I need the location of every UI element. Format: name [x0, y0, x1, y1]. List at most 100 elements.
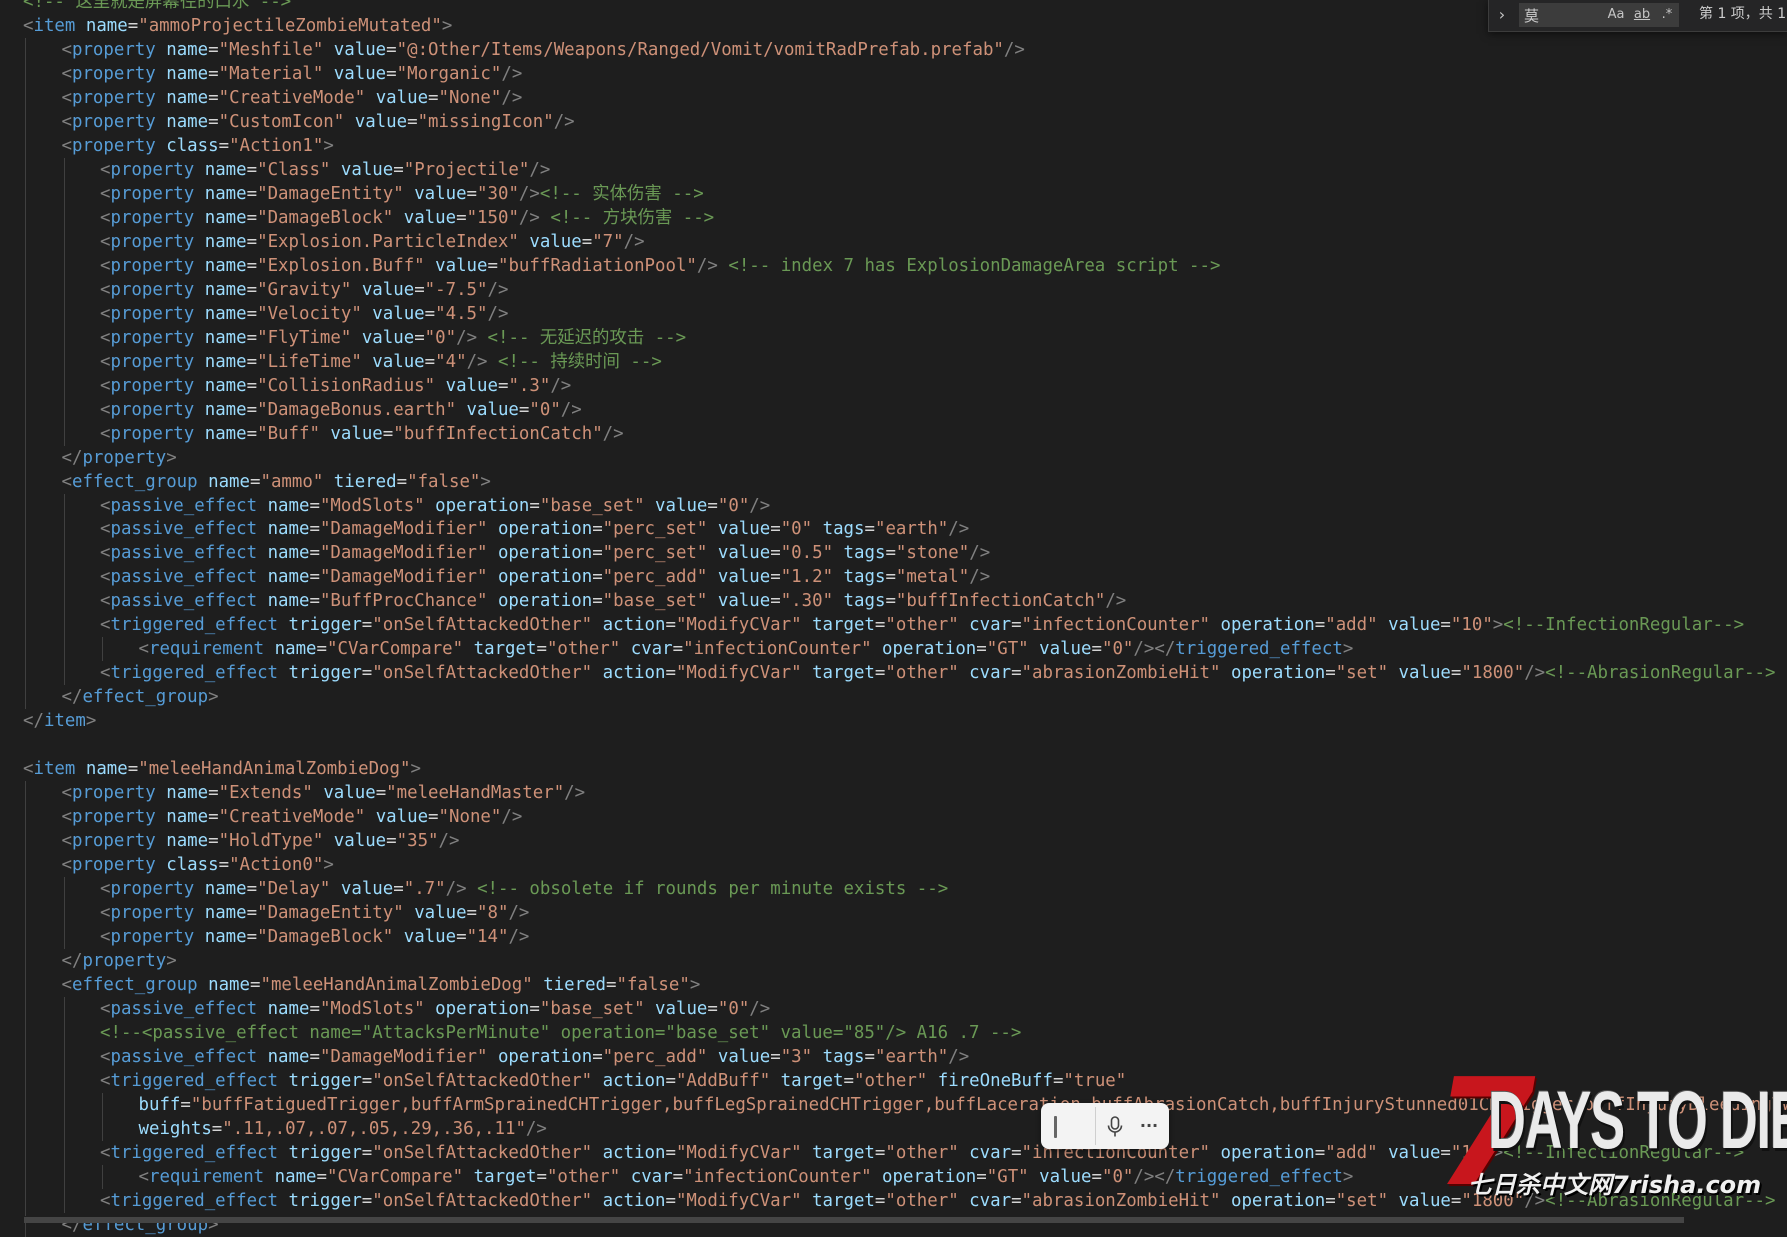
token-text: = — [376, 783, 386, 803]
code-line[interactable]: <property name="Meshfile" value="@:Other… — [0, 38, 1787, 62]
indent-guide — [25, 230, 26, 254]
code-line[interactable]: <property name="DamageEntity" value="30"… — [0, 182, 1787, 206]
code-line[interactable]: <property name="LifeTime" value="4"/> <!… — [0, 350, 1787, 374]
code-line[interactable]: <property name="CustomIcon" value="missi… — [0, 110, 1787, 134]
code-editor[interactable]: <!-- 这里就是屏幕径的口水 --><item name="ammoProje… — [0, 0, 1787, 1223]
token-text — [812, 519, 822, 539]
token-attribute-value: "infectionCounter" — [1022, 615, 1210, 635]
code-line[interactable]: <property name="CreativeMode" value="Non… — [0, 86, 1787, 110]
token-punctuation: /> — [508, 927, 529, 947]
indent-guide — [25, 1165, 26, 1189]
code-line-text: weights=".11,.07,.07,.05,.29,.36,.11"/> — [139, 1117, 547, 1141]
token-punctuation: < — [100, 328, 110, 348]
code-line[interactable]: <property name="DamageEntity" value="8"/… — [0, 901, 1787, 925]
indent-guide — [64, 278, 65, 302]
token-attribute-value: "onSelfAttackedOther" — [372, 1143, 592, 1163]
token-attribute-value: "None" — [439, 807, 502, 827]
code-line[interactable]: <requirement name="CVarCompare" target="… — [0, 637, 1787, 661]
code-line[interactable]: <property name="DamageBlock" value="14"/… — [0, 925, 1787, 949]
code-line[interactable]: <property name="Gravity" value="-7.5"/> — [0, 278, 1787, 302]
token-attribute-name: name — [205, 352, 247, 372]
indent-guide — [64, 230, 65, 254]
code-line[interactable]: <effect_group name="meleeHandAnimalZombi… — [0, 973, 1787, 997]
code-line-text: <requirement name="CVarCompare" target="… — [139, 637, 1354, 661]
code-line[interactable]: <passive_effect name="DamageModifier" op… — [0, 565, 1787, 589]
token-attribute-name: operation — [498, 567, 592, 587]
token-attribute-name: operation — [1221, 615, 1315, 635]
code-line-text: <passive_effect name="DamageModifier" op… — [100, 565, 990, 589]
code-line[interactable]: <property name="HoldType" value="35"/> — [0, 829, 1787, 853]
code-line[interactable]: <property name="Delay" value=".7"/> <!--… — [0, 877, 1787, 901]
token-text: = — [1011, 1143, 1021, 1163]
token-tag-name: property — [110, 184, 194, 204]
token-text: = — [247, 184, 257, 204]
code-line[interactable]: <property name="CollisionRadius" value="… — [0, 374, 1787, 398]
token-attribute-name: name — [205, 184, 247, 204]
regex-toggle[interactable]: .* — [1657, 5, 1677, 25]
token-attribute-name: action — [603, 1071, 666, 1091]
code-line[interactable]: <property name="FlyTime" value="0"/> <!-… — [0, 326, 1787, 350]
more-icon[interactable]: ··· — [1135, 1103, 1163, 1149]
code-line[interactable]: <passive_effect name="DamageModifier" op… — [0, 541, 1787, 565]
code-line[interactable]: <property name="Explosion.Buff" value="b… — [0, 254, 1787, 278]
token-punctuation: /> — [749, 496, 770, 516]
token-attribute-name: name — [275, 639, 317, 659]
code-line[interactable]: <!--<passive_effect name="AttacksPerMinu… — [0, 1021, 1787, 1045]
token-attribute-name: value — [655, 496, 707, 516]
token-attribute-name: trigger — [289, 663, 362, 683]
whole-word-toggle[interactable]: ab — [1630, 5, 1654, 25]
code-line[interactable]: <property name="Velocity" value="4.5"/> — [0, 302, 1787, 326]
code-line[interactable]: </item> — [0, 709, 1787, 733]
code-line[interactable]: <triggered_effect trigger="onSelfAttacke… — [0, 661, 1787, 685]
find-input[interactable] — [1519, 3, 1679, 27]
code-line[interactable]: <item name="meleeHandAnimalZombieDog"> — [0, 757, 1787, 781]
indent-guide — [64, 1021, 65, 1045]
code-line[interactable]: <property name="CreativeMode" value="Non… — [0, 805, 1787, 829]
token-attribute-value: "DamageBlock" — [257, 208, 393, 228]
horizontal-scrollbar[interactable] — [24, 1217, 1684, 1223]
token-text — [959, 615, 969, 635]
token-attribute-value: ".3" — [508, 376, 550, 396]
token-punctuation: < — [100, 1071, 110, 1091]
caret-icon[interactable] — [1047, 1103, 1065, 1149]
code-line[interactable]: <property class="Action0"> — [0, 853, 1787, 877]
token-attribute-name: value — [435, 256, 487, 276]
token-punctuation: < — [62, 112, 72, 132]
code-line[interactable]: <property name="Explosion.ParticleIndex"… — [0, 230, 1787, 254]
chevron-right-icon[interactable]: › — [1495, 4, 1509, 26]
code-line[interactable]: <property class="Action1"> — [0, 134, 1787, 158]
token-text — [463, 1167, 473, 1187]
code-line[interactable]: <passive_effect name="ModSlots" operatio… — [0, 997, 1787, 1021]
code-line-text: <triggered_effect trigger="onSelfAttacke… — [100, 613, 1744, 637]
token-text: = — [519, 400, 529, 420]
code-line[interactable]: <triggered_effect trigger="onSelfAttacke… — [0, 613, 1787, 637]
token-text — [323, 472, 333, 492]
code-line[interactable]: <property name="Material" value="Morgani… — [0, 62, 1787, 86]
code-line[interactable]: <passive_effect name="BuffProcChance" op… — [0, 589, 1787, 613]
code-line[interactable]: <passive_effect name="ModSlots" operatio… — [0, 494, 1787, 518]
code-line[interactable]: </effect_group> — [0, 685, 1787, 709]
token-text: = — [425, 304, 435, 324]
indent-guide — [25, 470, 26, 494]
match-case-toggle[interactable]: Aa — [1605, 5, 1627, 25]
code-line[interactable]: <property name="Extends" value="meleeHan… — [0, 781, 1787, 805]
code-line[interactable]: <property name="DamageBlock" value="150"… — [0, 206, 1787, 230]
code-line[interactable]: </property> — [0, 949, 1787, 973]
code-line[interactable]: <property name="Buff" value="buffInfecti… — [0, 422, 1787, 446]
code-line[interactable]: </property> — [0, 446, 1787, 470]
microphone-icon[interactable] — [1101, 1103, 1129, 1149]
code-line[interactable] — [0, 733, 1787, 757]
token-attribute-name: value — [330, 424, 382, 444]
token-text — [802, 1143, 812, 1163]
token-comment: <!--<passive_effect name="AttacksPerMinu… — [100, 1023, 1021, 1043]
code-line[interactable]: <property name="Class" value="Projectile… — [0, 158, 1787, 182]
code-line[interactable]: <passive_effect name="DamageModifier" op… — [0, 517, 1787, 541]
token-attribute-value: "DamageModifier" — [320, 543, 488, 563]
code-line[interactable]: <effect_group name="ammo" tiered="false"… — [0, 470, 1787, 494]
indent-guide — [64, 1117, 65, 1141]
token-attribute-value: "0" — [1102, 1167, 1133, 1187]
token-punctuation: /> — [519, 184, 540, 204]
code-line[interactable]: <property name="DamageBonus.earth" value… — [0, 398, 1787, 422]
token-attribute-value: "CVarCompare" — [327, 1167, 463, 1187]
indent-guide — [25, 1189, 26, 1213]
